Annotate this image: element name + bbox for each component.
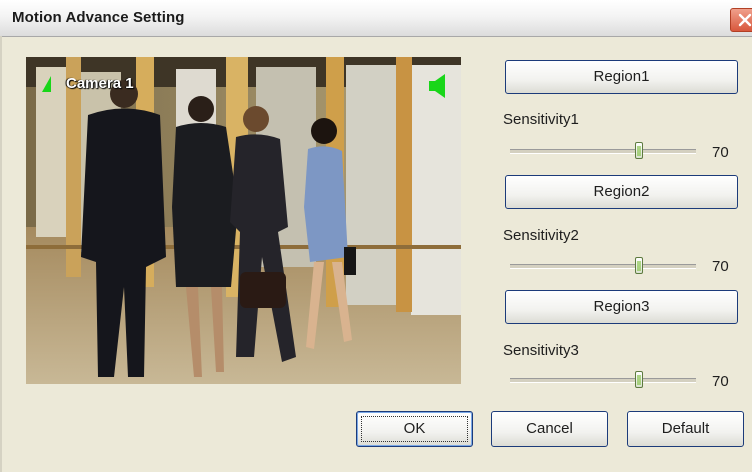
- slider-thumb[interactable]: [635, 257, 643, 274]
- sensitivity2-slider[interactable]: [510, 256, 696, 276]
- focus-rectangle: [361, 416, 468, 442]
- slider-track: [510, 378, 696, 383]
- region2-button[interactable]: Region2: [505, 175, 738, 209]
- close-icon: [738, 13, 752, 27]
- ok-button[interactable]: OK: [356, 411, 473, 447]
- slider-thumb[interactable]: [635, 142, 643, 159]
- slider-thumb[interactable]: [635, 371, 643, 388]
- title-bar[interactable]: Motion Advance Setting: [0, 0, 752, 37]
- sensitivity3-slider[interactable]: [510, 370, 696, 390]
- sensitivity3-value: 70: [712, 373, 729, 390]
- slider-track: [510, 264, 696, 269]
- default-button[interactable]: Default: [627, 411, 744, 447]
- dialog-title: Motion Advance Setting: [12, 9, 185, 26]
- camera-video-frame: [26, 57, 461, 384]
- motion-advance-setting-dialog: Motion Advance Setting Camera 1 Region1 …: [0, 0, 752, 472]
- region3-button[interactable]: Region3: [505, 290, 738, 324]
- window-border: [0, 36, 2, 472]
- slider-track: [510, 149, 696, 154]
- sensitivity2-label: Sensitivity2: [503, 227, 579, 244]
- sensitivity1-slider[interactable]: [510, 141, 696, 161]
- camera-label: Camera 1: [66, 75, 134, 92]
- camera-preview: Camera 1: [26, 57, 461, 384]
- region1-button[interactable]: Region1: [505, 60, 738, 94]
- sensitivity2-value: 70: [712, 258, 729, 275]
- cancel-button[interactable]: Cancel: [491, 411, 608, 447]
- close-button[interactable]: [730, 8, 752, 32]
- sensitivity3-label: Sensitivity3: [503, 342, 579, 359]
- sensitivity1-value: 70: [712, 144, 729, 161]
- camera-flag-icon: [42, 76, 51, 92]
- speaker-icon[interactable]: [427, 73, 449, 99]
- sensitivity1-label: Sensitivity1: [503, 111, 579, 128]
